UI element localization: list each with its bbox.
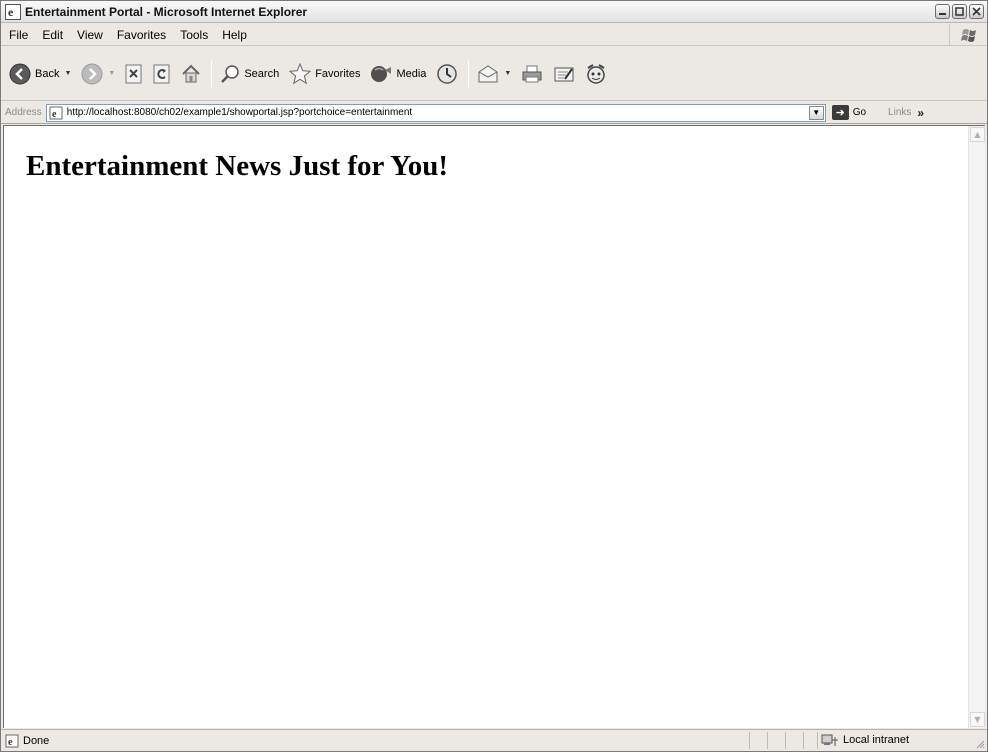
go-arrow-icon: ➜ (831, 105, 849, 120)
minimize-button[interactable] (935, 4, 950, 19)
edit-button[interactable] (553, 60, 575, 88)
vertical-scrollbar[interactable]: ▲ ▼ (968, 126, 985, 728)
status-pane (785, 732, 803, 749)
history-button[interactable] (436, 60, 458, 88)
toolbar-separator (468, 60, 470, 87)
page-heading: Entertainment News Just for You! (26, 150, 449, 182)
refresh-icon (153, 64, 170, 83)
forward-dropdown-icon[interactable]: ▼ (108, 70, 115, 77)
back-label: Back (35, 67, 60, 80)
status-pane (749, 732, 767, 749)
menu-bar: File Edit View Favorites Tools Help (1, 24, 987, 46)
messenger-button[interactable] (585, 60, 607, 88)
chevron-down-icon: ▼ (974, 715, 981, 724)
page-status-icon: e (5, 734, 19, 748)
windows-flag-icon (960, 28, 976, 42)
svg-text:e: e (8, 737, 13, 748)
back-arrow-icon (9, 63, 31, 84)
window-controls (935, 4, 984, 19)
forward-button[interactable]: ▼ (81, 60, 115, 88)
media-label: Media (396, 67, 427, 80)
address-dropdown-button[interactable]: ▼ (808, 105, 824, 120)
local-intranet-icon (821, 734, 838, 746)
address-bar: Address e http://localhost:8080/ch02/exa… (1, 102, 987, 124)
status-text: Done (23, 734, 50, 747)
refresh-button[interactable] (153, 60, 171, 88)
magnifier-icon (221, 64, 240, 83)
go-button[interactable]: ➜ Go (831, 105, 867, 120)
links-toolbar[interactable]: Links (888, 107, 911, 118)
maximize-button[interactable] (952, 4, 967, 19)
media-button[interactable]: Media (370, 60, 426, 88)
back-button[interactable]: Back ▼ (9, 60, 71, 88)
maximize-icon (955, 7, 964, 16)
menu-favorites[interactable]: Favorites (111, 28, 172, 42)
home-icon (182, 64, 201, 82)
search-label: Search (244, 67, 280, 80)
windows-flag-throbber (949, 24, 987, 45)
status-pane (803, 732, 817, 749)
minimize-icon (939, 13, 946, 15)
menu-tools[interactable]: Tools (174, 28, 214, 42)
scroll-up-button[interactable]: ▲ (970, 127, 985, 142)
menu-help[interactable]: Help (216, 28, 253, 42)
menu-file[interactable]: File (3, 28, 34, 42)
title-bar: e Entertainment Portal - Microsoft Inter… (1, 1, 987, 23)
svg-text:e: e (8, 5, 14, 19)
mail-dropdown-icon[interactable]: ▼ (504, 70, 511, 77)
back-dropdown-icon[interactable]: ▼ (64, 70, 71, 77)
mail-button[interactable]: ▼ (477, 60, 511, 88)
print-icon (522, 65, 542, 82)
stop-button[interactable] (125, 60, 143, 88)
menu-edit[interactable]: Edit (36, 28, 69, 42)
window-title: Entertainment Portal - Microsoft Interne… (25, 4, 308, 19)
address-label: Address (5, 107, 42, 118)
status-bar: e Done Local intranet (1, 729, 987, 751)
menu-view[interactable]: View (71, 28, 109, 42)
toolbar-separator (211, 60, 213, 87)
history-icon (437, 63, 458, 84)
favorites-button[interactable]: Favorites (289, 60, 360, 88)
status-pane (767, 732, 785, 749)
mail-icon (478, 64, 498, 82)
close-icon (972, 7, 981, 16)
scroll-down-button[interactable]: ▼ (970, 712, 985, 727)
page-icon: e (49, 106, 63, 120)
address-input[interactable]: e http://localhost:8080/ch02/example1/sh… (45, 103, 826, 122)
zone-label: Local intranet (843, 734, 910, 746)
close-button[interactable] (969, 4, 984, 19)
ie-logo-icon: e (5, 3, 21, 20)
search-button[interactable]: Search (220, 60, 279, 88)
print-button[interactable] (521, 60, 543, 88)
links-chevron-icon[interactable]: » (917, 106, 924, 120)
edit-icon (554, 67, 574, 81)
go-label: Go (852, 107, 867, 118)
chevron-up-icon: ▲ (974, 130, 981, 139)
svg-text:e: e (52, 109, 57, 120)
resize-grip-icon[interactable] (973, 737, 985, 749)
favorites-label: Favorites (315, 67, 361, 80)
star-icon (289, 62, 312, 84)
browser-window: e Entertainment Portal - Microsoft Inter… (0, 0, 988, 752)
page-viewport: Entertainment News Just for You! ▲ ▼ (3, 125, 985, 728)
stop-icon (125, 64, 142, 83)
standard-toolbar: Back ▼ ▼ Search Favorites Media ▼ (1, 47, 987, 101)
forward-arrow-icon (81, 63, 103, 84)
url-text: http://localhost:8080/ch02/example1/show… (66, 107, 413, 118)
chevron-down-icon: ▼ (812, 108, 821, 117)
home-button[interactable] (181, 60, 201, 88)
security-zone[interactable]: Local intranet (821, 733, 909, 747)
messenger-icon (587, 63, 606, 84)
media-icon (371, 65, 392, 82)
